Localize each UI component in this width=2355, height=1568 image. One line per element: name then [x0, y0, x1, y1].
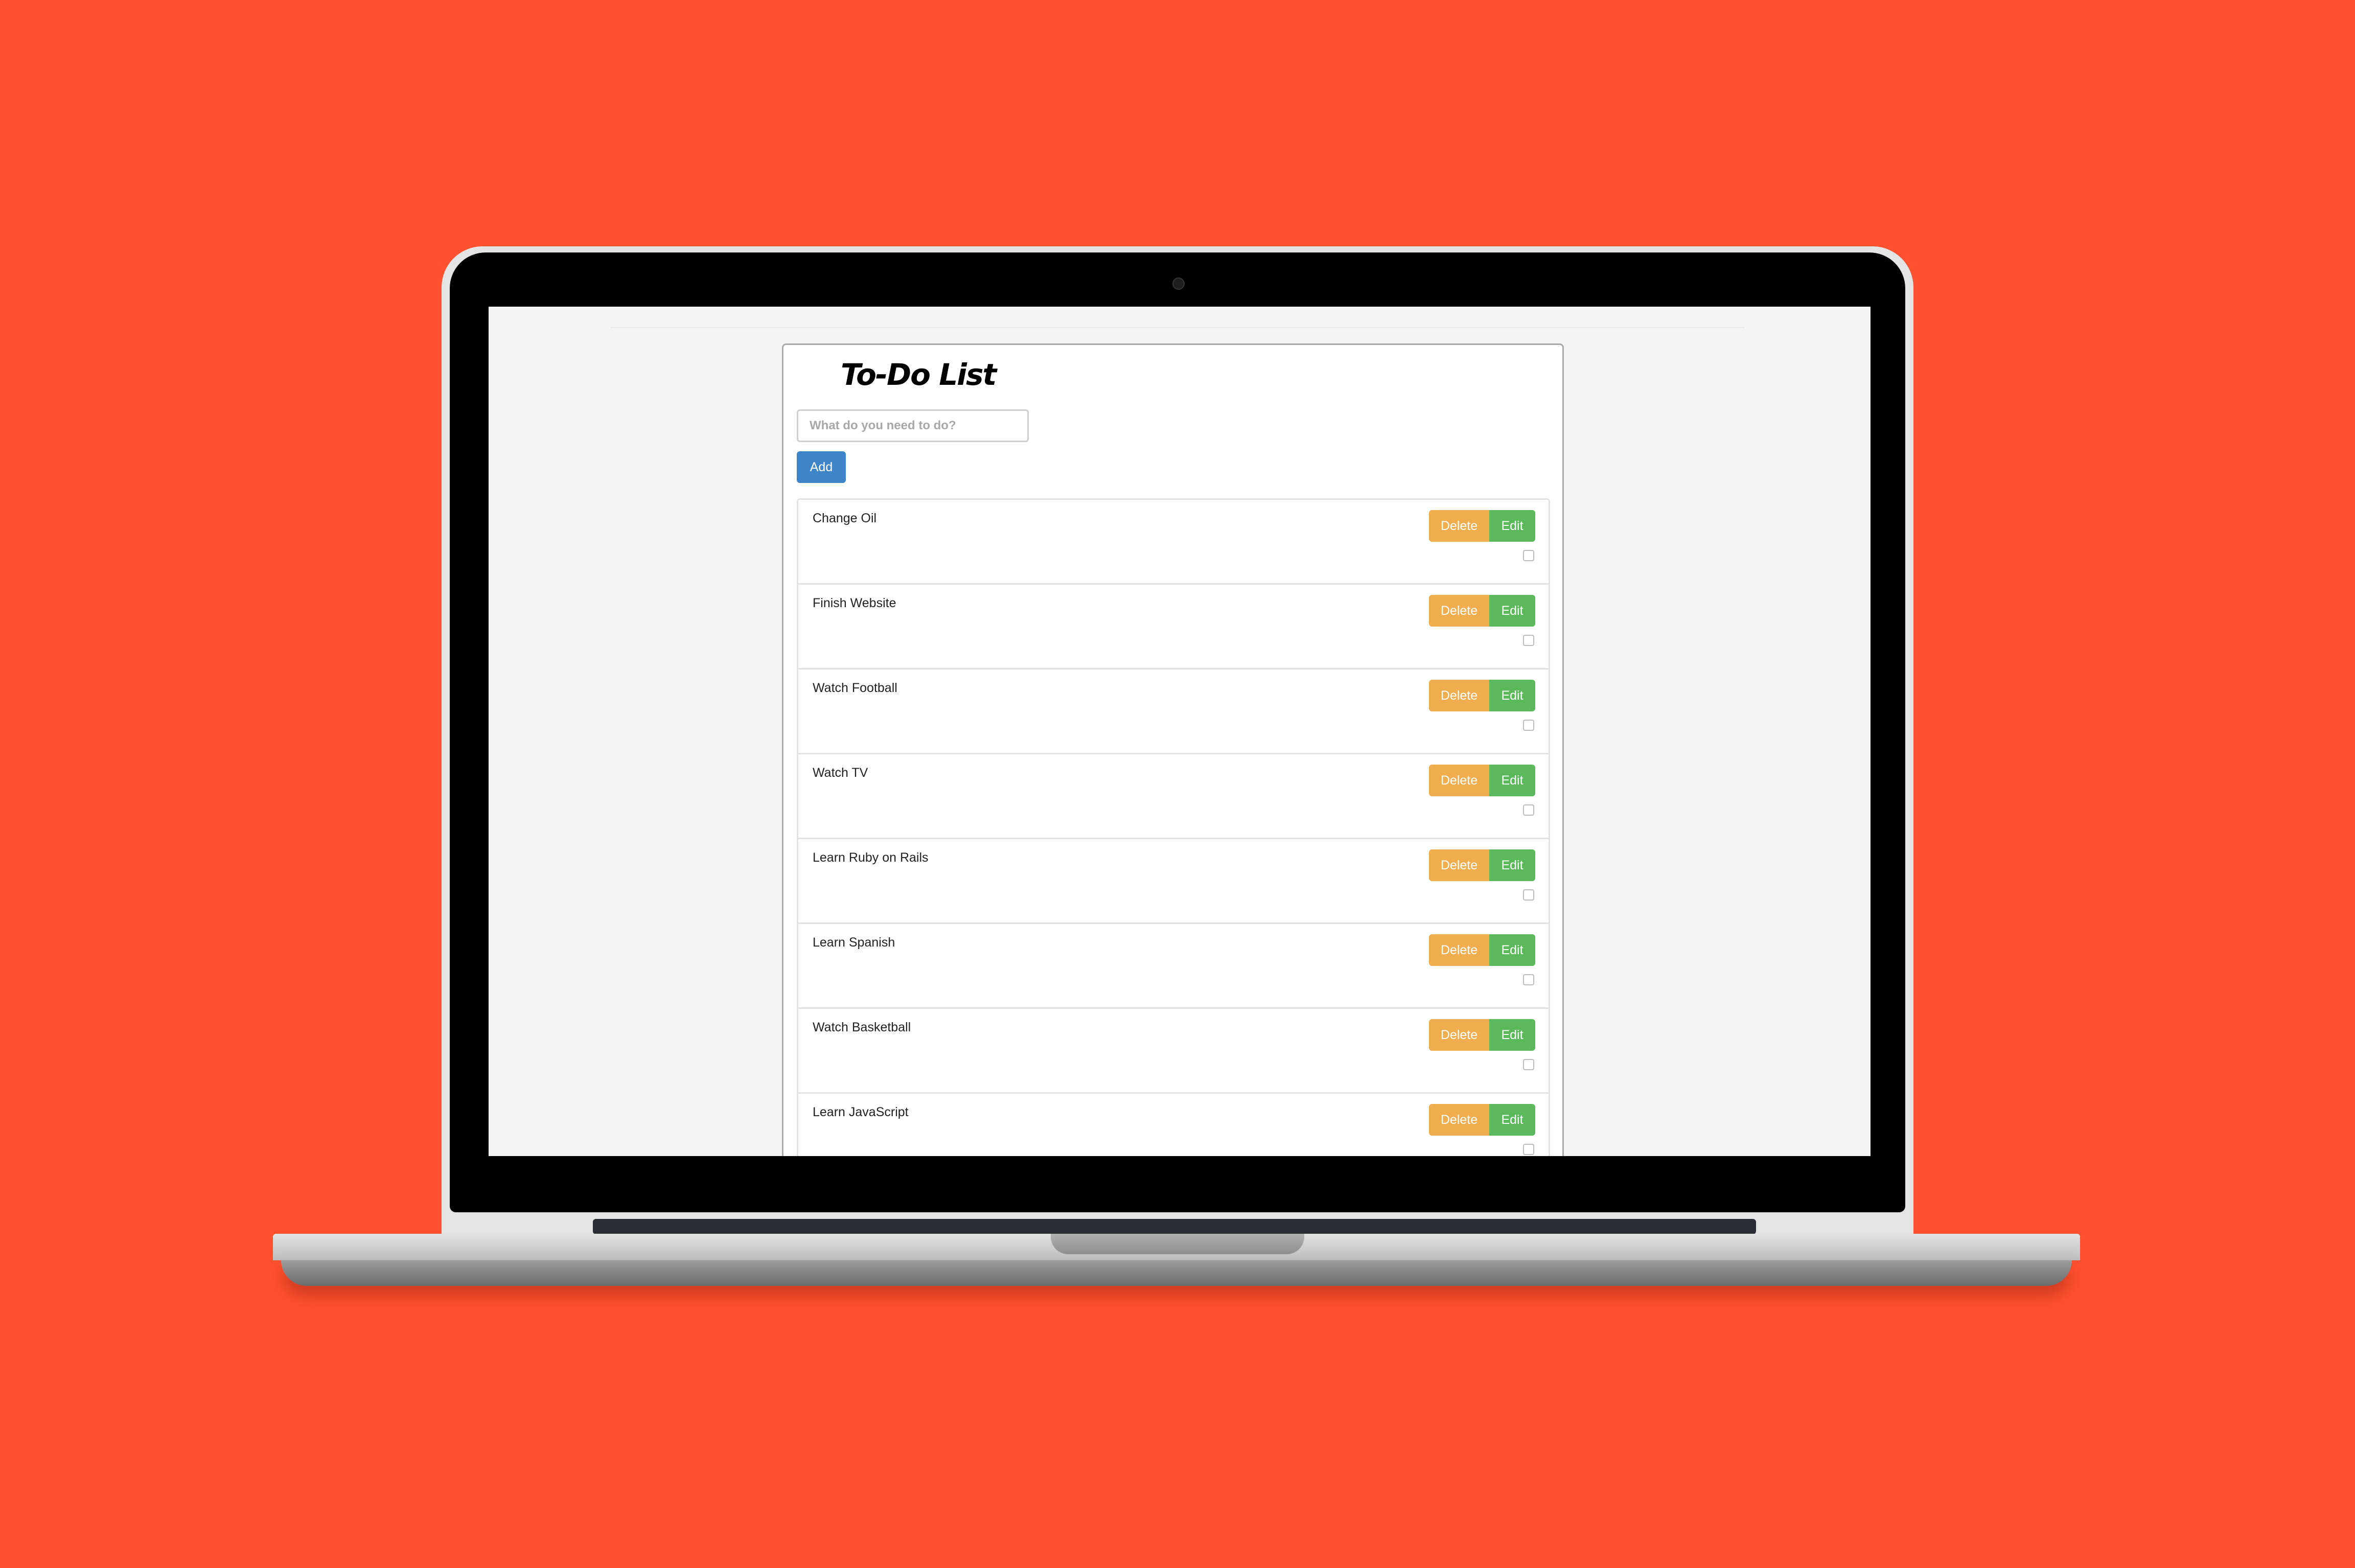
done-checkbox[interactable]: [1523, 804, 1534, 816]
task-item: Learn Spanish Delete Edit: [798, 924, 1549, 1009]
task-actions: Delete Edit: [1429, 765, 1535, 796]
delete-button[interactable]: Delete: [1429, 1104, 1489, 1136]
task-label: Watch Football: [813, 681, 897, 695]
task-label: Learn Ruby on Rails: [813, 850, 929, 865]
done-checkbox[interactable]: [1523, 1059, 1534, 1070]
done-checkbox[interactable]: [1523, 974, 1534, 985]
edit-button[interactable]: Edit: [1489, 765, 1535, 796]
task-actions: Delete Edit: [1429, 680, 1535, 711]
scene: To-Do List Add Change Oil Delete Edit Fi…: [0, 0, 2355, 1568]
task-actions: Delete Edit: [1429, 1019, 1535, 1051]
delete-button[interactable]: Delete: [1429, 849, 1489, 881]
laptop-screen: To-Do List Add Change Oil Delete Edit Fi…: [489, 307, 1871, 1156]
task-item: Finish Website Delete Edit: [798, 585, 1549, 670]
webcam-icon: [1172, 278, 1185, 290]
laptop-notch: [1051, 1234, 1304, 1254]
delete-button[interactable]: Delete: [1429, 1019, 1489, 1051]
task-item: Change Oil Delete Edit: [798, 500, 1549, 585]
task-actions: Delete Edit: [1429, 849, 1535, 881]
edit-button[interactable]: Edit: [1489, 1104, 1535, 1136]
task-item: Learn JavaScript Delete Edit: [798, 1094, 1549, 1156]
edit-button[interactable]: Edit: [1489, 934, 1535, 966]
laptop-base-edge: [281, 1260, 2072, 1286]
task-list: Change Oil Delete Edit Finish Website De…: [797, 498, 1550, 1156]
edit-button[interactable]: Edit: [1489, 680, 1535, 711]
task-item: Watch Football Delete Edit: [798, 670, 1549, 754]
task-item: Learn Ruby on Rails Delete Edit: [798, 839, 1549, 924]
edit-button[interactable]: Edit: [1489, 595, 1535, 627]
task-item: Watch Basketball Delete Edit: [798, 1009, 1549, 1094]
task-actions: Delete Edit: [1429, 510, 1535, 542]
task-label: Watch TV: [813, 766, 868, 780]
delete-button[interactable]: Delete: [1429, 765, 1489, 796]
done-checkbox[interactable]: [1523, 1144, 1534, 1155]
laptop-hinge: [593, 1219, 1756, 1234]
edit-button[interactable]: Edit: [1489, 1019, 1535, 1051]
done-checkbox[interactable]: [1523, 550, 1534, 561]
page-title: To-Do List: [841, 357, 997, 392]
done-checkbox[interactable]: [1523, 889, 1534, 901]
delete-button[interactable]: Delete: [1429, 680, 1489, 711]
done-checkbox[interactable]: [1523, 720, 1534, 731]
add-button[interactable]: Add: [797, 451, 846, 483]
delete-button[interactable]: Delete: [1429, 510, 1489, 542]
delete-button[interactable]: Delete: [1429, 934, 1489, 966]
edit-button[interactable]: Edit: [1489, 510, 1535, 542]
delete-button[interactable]: Delete: [1429, 595, 1489, 627]
task-actions: Delete Edit: [1429, 595, 1535, 627]
edit-button[interactable]: Edit: [1489, 849, 1535, 881]
divider: [610, 327, 1745, 328]
task-actions: Delete Edit: [1429, 934, 1535, 966]
todo-panel: To-Do List Add Change Oil Delete Edit Fi…: [782, 343, 1564, 1156]
task-label: Learn JavaScript: [813, 1105, 909, 1119]
task-actions: Delete Edit: [1429, 1104, 1535, 1136]
task-label: Change Oil: [813, 511, 877, 525]
task-item: Watch TV Delete Edit: [798, 754, 1549, 839]
task-label: Finish Website: [813, 596, 896, 610]
done-checkbox[interactable]: [1523, 635, 1534, 646]
task-label: Learn Spanish: [813, 935, 895, 950]
new-task-input[interactable]: [797, 409, 1029, 442]
task-label: Watch Basketball: [813, 1020, 911, 1034]
